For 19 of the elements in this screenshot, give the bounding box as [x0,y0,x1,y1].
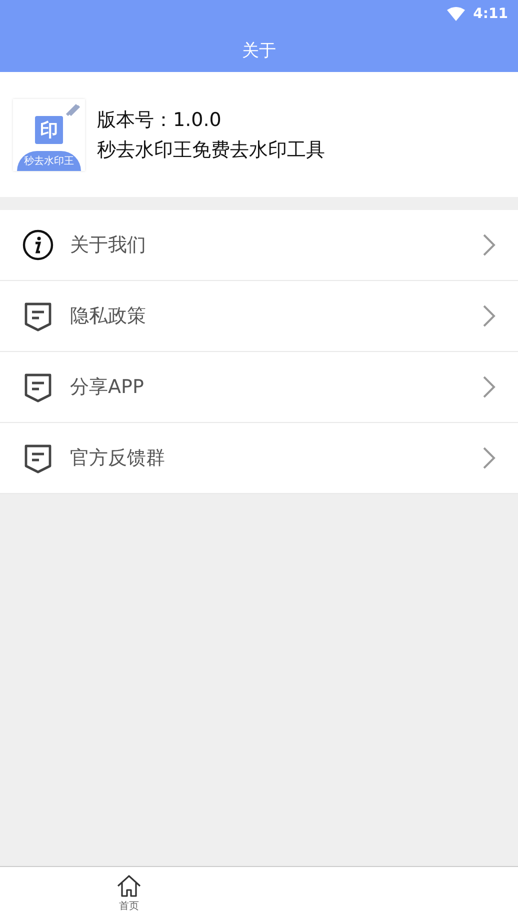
app-name: 秒去水印王免费去水印工具 [97,138,325,162]
note-icon [22,371,54,403]
note-icon [22,300,54,332]
info-icon [22,229,54,261]
note-icon [22,442,54,474]
menu-item[interactable]: 官方反馈群 [0,423,518,494]
version-text: 版本号：1.0.0 [97,108,222,132]
chevron-icon [482,375,496,399]
status-time: 4:11 [473,6,508,22]
wifi-icon [447,7,466,21]
menu-item[interactable]: 关于我们 [0,210,518,281]
chevron-icon [482,446,496,470]
chevron-icon [482,304,496,328]
chevron-icon [482,233,496,257]
app-logo: 印 秒去水印王 [13,98,85,170]
menu-item[interactable]: 分享APP [0,352,518,423]
home-icon [116,874,142,898]
menu-item[interactable]: 隐私政策 [0,281,518,352]
page-title: 关于 [242,40,276,62]
